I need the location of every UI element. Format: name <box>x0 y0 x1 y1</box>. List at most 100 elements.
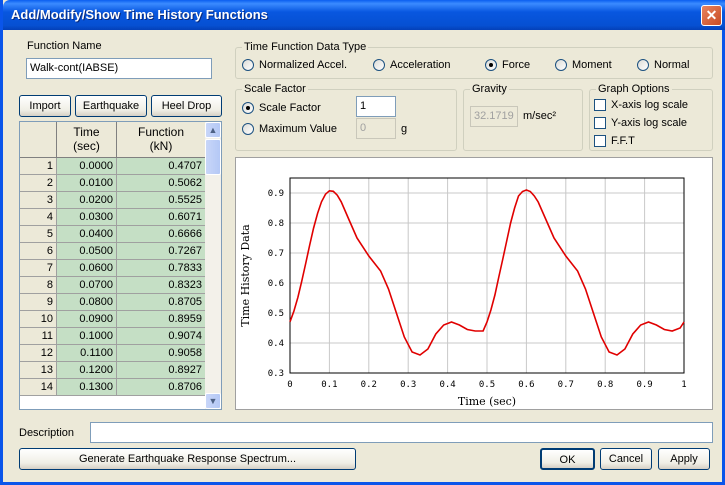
time-cell[interactable]: 0.0100 <box>57 175 117 192</box>
title-bar[interactable]: Add/Modify/Show Time History Functions ✕ <box>3 0 725 30</box>
col-time-title: Time <box>73 125 100 139</box>
radio-moment[interactable] <box>555 59 567 71</box>
y-tick-label: 0.9 <box>268 189 284 199</box>
radio-normal[interactable] <box>637 59 649 71</box>
table-row[interactable]: 3 0.0200 0.5525 <box>20 192 206 209</box>
function-cell[interactable]: 0.7267 <box>117 243 206 260</box>
data-grid[interactable]: Time (sec) Function (kN) 1 0.0000 0.4707 2 0… <box>19 121 222 410</box>
time-cell[interactable]: 0.1100 <box>57 345 117 362</box>
y-tick-label: 0.6 <box>268 279 284 289</box>
function-cell[interactable]: 0.4707 <box>117 158 206 175</box>
time-cell[interactable]: 0.0500 <box>57 243 117 260</box>
function-cell[interactable]: 0.9074 <box>117 328 206 345</box>
y-tick-label: 0.8 <box>268 219 284 229</box>
col-header-function[interactable]: Function (kN) <box>117 122 206 158</box>
dialog-window: Add/Modify/Show Time History Functions ✕… <box>0 0 725 485</box>
close-button[interactable]: ✕ <box>701 5 722 26</box>
y-tick-label: 0.5 <box>268 309 284 319</box>
function-cell[interactable]: 0.8706 <box>117 379 206 396</box>
table-row[interactable]: 9 0.0800 0.8705 <box>20 294 206 311</box>
scroll-down-arrow-icon[interactable]: ▼ <box>205 393 221 409</box>
function-cell[interactable]: 0.8323 <box>117 277 206 294</box>
grid-header: Time (sec) Function (kN) <box>20 122 206 158</box>
table-row[interactable]: 8 0.0700 0.8323 <box>20 277 206 294</box>
function-name-label: Function Name <box>27 40 102 52</box>
x-tick-label: 0.4 <box>439 380 455 390</box>
time-history-plot: 0 0.1 0.2 0.3 0.4 0.5 0.6 0.7 0.8 0.9 1 0.3 0.4 0.5 0.… <box>235 157 713 410</box>
time-cell[interactable]: 0.0800 <box>57 294 117 311</box>
table-row[interactable]: 12 0.1100 0.9058 <box>20 345 206 362</box>
y-log-checkbox[interactable] <box>594 117 606 129</box>
radio-normalized-accel-label: Normalized Accel. <box>259 59 348 71</box>
time-cell[interactable]: 0.0700 <box>57 277 117 294</box>
apply-button[interactable]: Apply <box>658 448 710 470</box>
row-index: 9 <box>20 294 57 311</box>
x-log-checkbox[interactable] <box>594 99 606 111</box>
table-row[interactable]: 2 0.0100 0.5062 <box>20 175 206 192</box>
x-tick-label: 1 <box>681 380 686 390</box>
row-index: 5 <box>20 226 57 243</box>
col-time-unit: (sec) <box>73 139 100 153</box>
function-cell[interactable]: 0.8705 <box>117 294 206 311</box>
maximum-value-input[interactable]: 0 <box>356 118 396 139</box>
radio-maximum-value[interactable] <box>242 123 254 135</box>
graph-options-label: Graph Options <box>596 83 672 96</box>
gravity-unit: m/sec² <box>523 110 556 122</box>
table-row[interactable]: 10 0.0900 0.8959 <box>20 311 206 328</box>
import-button[interactable]: Import <box>19 95 71 117</box>
radio-normalized-accel[interactable] <box>242 59 254 71</box>
table-row[interactable]: 11 0.1000 0.9074 <box>20 328 206 345</box>
time-cell[interactable]: 0.0200 <box>57 192 117 209</box>
radio-force-label: Force <box>502 59 531 71</box>
radio-scale-factor[interactable] <box>242 102 254 114</box>
table-row[interactable]: 7 0.0600 0.7833 <box>20 260 206 277</box>
time-cell[interactable]: 0.0400 <box>57 226 117 243</box>
function-name-input[interactable]: Walk-cont(IABSE) <box>26 58 212 79</box>
description-input[interactable] <box>90 422 713 443</box>
time-cell[interactable]: 0.0900 <box>57 311 117 328</box>
time-cell[interactable]: 0.0600 <box>57 260 117 277</box>
earthquake-button[interactable]: Earthquake <box>75 95 147 117</box>
radio-acceleration[interactable] <box>373 59 385 71</box>
function-cell[interactable]: 0.7833 <box>117 260 206 277</box>
table-row[interactable]: 5 0.0400 0.6666 <box>20 226 206 243</box>
scale-factor-input[interactable]: 1 <box>356 96 396 117</box>
time-cell[interactable]: 0.0000 <box>57 158 117 175</box>
row-index: 8 <box>20 277 57 294</box>
function-cell[interactable]: 0.8959 <box>117 311 206 328</box>
generate-spectrum-button[interactable]: Generate Earthquake Response Spectrum... <box>19 448 356 470</box>
function-cell[interactable]: 0.9058 <box>117 345 206 362</box>
scroll-up-arrow-icon[interactable]: ▲ <box>205 122 221 138</box>
ok-button[interactable]: OK <box>540 448 595 470</box>
radio-force[interactable] <box>485 59 497 71</box>
row-index: 12 <box>20 345 57 362</box>
col-header-time[interactable]: Time (sec) <box>57 122 117 158</box>
function-cell[interactable]: 0.6666 <box>117 226 206 243</box>
time-cell[interactable]: 0.1300 <box>57 379 117 396</box>
table-row[interactable]: 1 0.0000 0.4707 <box>20 158 206 175</box>
table-row[interactable]: 6 0.0500 0.7267 <box>20 243 206 260</box>
y-axis-label: Time History Data <box>239 224 252 327</box>
gravity-input[interactable]: 32.1719 <box>470 106 518 127</box>
col-function-title: Function <box>137 125 185 139</box>
function-cell[interactable]: 0.5525 <box>117 192 206 209</box>
cancel-button[interactable]: Cancel <box>600 448 652 470</box>
x-tick-label: 0.9 <box>636 380 652 390</box>
grid-corner <box>20 122 57 158</box>
function-cell[interactable]: 0.6071 <box>117 209 206 226</box>
time-cell[interactable]: 0.0300 <box>57 209 117 226</box>
table-row[interactable]: 13 0.1200 0.8927 <box>20 362 206 379</box>
time-cell[interactable]: 0.1000 <box>57 328 117 345</box>
function-cell[interactable]: 0.8927 <box>117 362 206 379</box>
scroll-thumb[interactable] <box>205 139 221 175</box>
function-cell[interactable]: 0.5062 <box>117 175 206 192</box>
table-row[interactable]: 4 0.0300 0.6071 <box>20 209 206 226</box>
y-tick-label: 0.4 <box>268 339 284 349</box>
heel-drop-button[interactable]: Heel Drop <box>151 95 222 117</box>
x-tick-label: 0.7 <box>558 380 574 390</box>
radio-moment-label: Moment <box>572 59 612 71</box>
table-row[interactable]: 14 0.1300 0.8706 <box>20 379 206 396</box>
fft-checkbox[interactable] <box>594 135 606 147</box>
grid-scrollbar[interactable]: ▲ ▼ <box>205 122 221 409</box>
time-cell[interactable]: 0.1200 <box>57 362 117 379</box>
